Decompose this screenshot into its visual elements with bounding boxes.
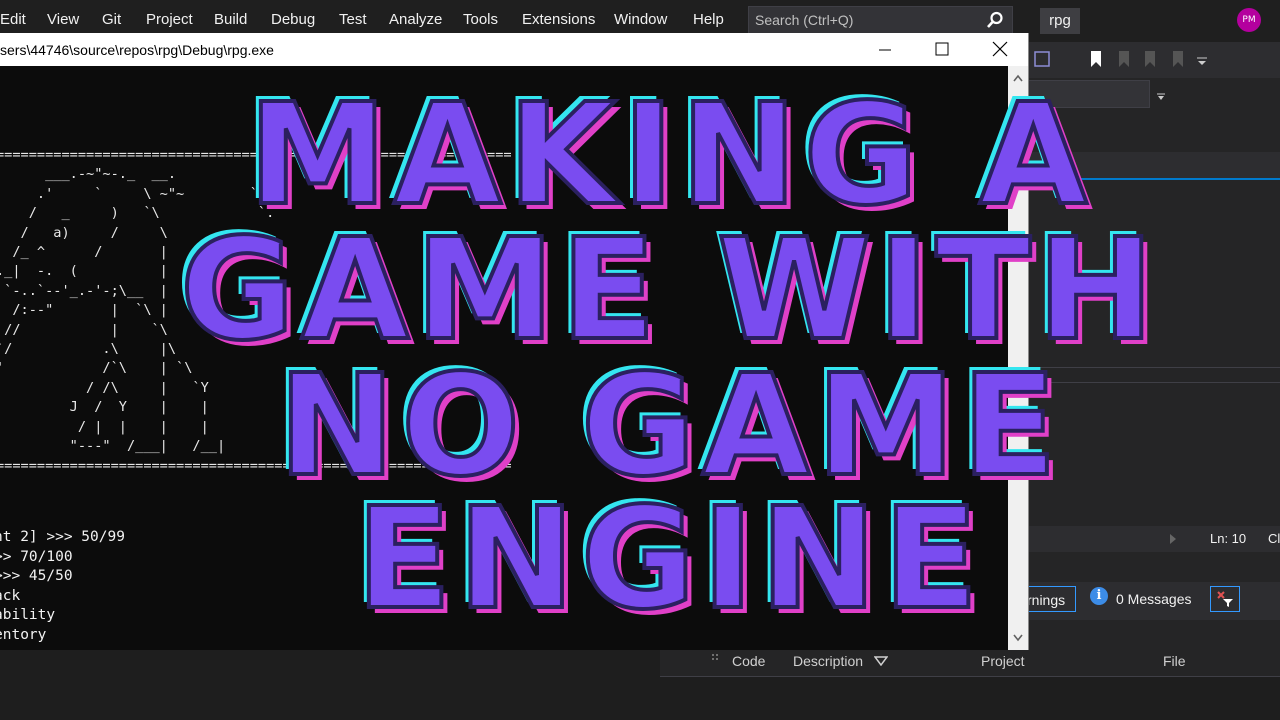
menu-debug[interactable]: Debug [271, 11, 315, 28]
avatar[interactable]: PM [1237, 8, 1261, 32]
sort-arrow-icon[interactable] [874, 656, 888, 666]
warnings-filter-button[interactable]: rnings [1022, 586, 1076, 612]
maximize-icon[interactable] [932, 39, 952, 59]
menu-window[interactable]: Window [614, 11, 667, 28]
player-stats-text: nt 2] >>> 50/99 >> 70/100 >>> 45/50 ack … [0, 529, 125, 650]
vs-toolbar [1028, 42, 1280, 78]
editor-status-bar: Ln: 10 Cl [1028, 526, 1280, 552]
chevron-down-icon[interactable] [1156, 92, 1166, 102]
console-window: sers\44746\source\repos\rpg\Debug\rpg.ex… [0, 33, 1029, 650]
clear-bookmark-icon[interactable] [1170, 50, 1186, 68]
panel-divider [1028, 367, 1280, 368]
menu-git[interactable]: Git [102, 11, 121, 28]
bookmark-icon[interactable] [1088, 50, 1104, 68]
search-icon[interactable] [986, 11, 1004, 29]
vs-lower-area [0, 650, 660, 720]
menu-test[interactable]: Test [339, 11, 367, 28]
menu-build[interactable]: Build [214, 11, 247, 28]
scroll-right-icon[interactable] [1168, 533, 1178, 545]
grip-icon [712, 654, 718, 660]
console-scrollbar[interactable] [1008, 66, 1028, 650]
console-title: sers\44746\source\repos\rpg\Debug\rpg.ex… [0, 42, 274, 58]
error-list-header: Code Description Project File [660, 648, 1280, 677]
scroll-up-icon[interactable] [1013, 74, 1023, 82]
scroll-down-icon[interactable] [1013, 634, 1023, 642]
menu-analyze[interactable]: Analyze [389, 11, 442, 28]
build-intellisense-filter-button[interactable] [1210, 586, 1240, 612]
menu-edit[interactable]: Edit [0, 11, 26, 28]
next-bookmark-icon[interactable] [1142, 50, 1158, 68]
filter-icon [1217, 591, 1233, 607]
solution-name-badge[interactable]: rpg [1040, 8, 1080, 34]
vs-right-panel: Ln: 10 Cl rnings i 0 Messages [1022, 42, 1280, 720]
ascii-art: ========================================… [0, 147, 512, 474]
close-icon[interactable] [990, 39, 1010, 59]
menu-project[interactable]: Project [146, 11, 193, 28]
messages-label: 0 Messages [1116, 591, 1192, 607]
column-header-project[interactable]: Project [981, 653, 1025, 669]
menu-tools[interactable]: Tools [463, 11, 498, 28]
search-input[interactable]: Search (Ctrl+Q) [748, 6, 1013, 34]
menu-view[interactable]: View [47, 11, 79, 28]
minimize-icon[interactable] [875, 39, 895, 59]
column-number: Cl [1268, 531, 1280, 546]
document-tab-strip [1028, 152, 1280, 180]
error-list: Code Description Project File [660, 648, 1280, 720]
menu-help[interactable]: Help [693, 11, 724, 28]
line-number: Ln: 10 [1210, 531, 1247, 546]
info-icon: i [1090, 587, 1108, 605]
console-output: ========================================… [0, 66, 1008, 650]
column-header-description[interactable]: Description [793, 653, 863, 669]
panel-divider [1028, 382, 1280, 383]
console-titlebar[interactable]: sers\44746\source\repos\rpg\Debug\rpg.ex… [0, 33, 1028, 66]
column-header-file[interactable]: File [1163, 653, 1186, 669]
solution-explorer-icon[interactable] [1034, 50, 1050, 68]
menu-extensions[interactable]: Extensions [522, 11, 595, 28]
toolbar-overflow-icon[interactable] [1194, 50, 1210, 68]
member-dropdown[interactable] [1028, 80, 1150, 108]
search-placeholder: Search (Ctrl+Q) [755, 12, 854, 28]
error-list-toolbar: rnings i 0 Messages [1022, 582, 1280, 620]
warnings-label: rnings [1027, 592, 1066, 608]
column-header-code[interactable]: Code [732, 653, 765, 669]
prev-bookmark-icon[interactable] [1116, 50, 1132, 68]
